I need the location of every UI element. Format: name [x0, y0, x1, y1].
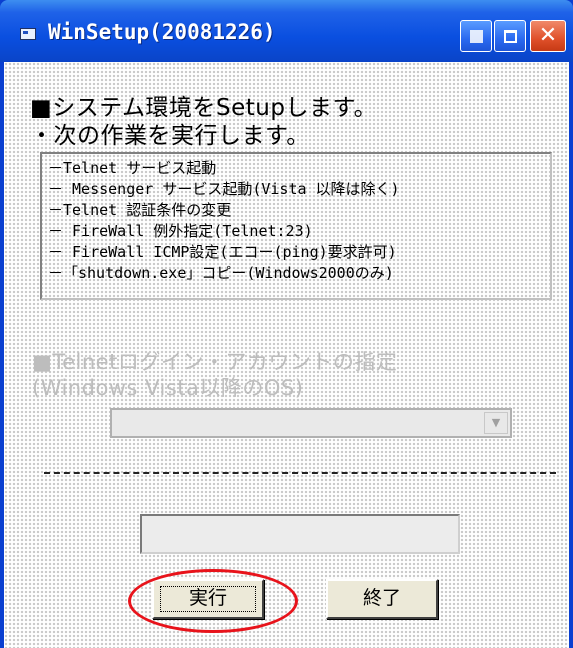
close-icon: ✕ [538, 23, 558, 48]
exit-button[interactable]: 終了 [326, 579, 438, 619]
status-field [140, 514, 460, 554]
maximize-button[interactable] [494, 20, 526, 52]
intro-subheading: ・次の作業を実行します。 [30, 123, 310, 149]
window-title: WinSetup(20081226) [48, 20, 276, 44]
account-select[interactable]: ▼ [110, 408, 512, 438]
client-area: ■システム環境をSetupします。 ・次の作業を実行します。 －Telnet サ… [4, 62, 569, 648]
minimize-button[interactable] [460, 20, 492, 52]
chevron-down-icon[interactable]: ▼ [484, 412, 508, 434]
task-item: － FireWall ICMP設定(エコー(ping)要求許可) [48, 243, 397, 261]
divider [44, 472, 556, 474]
login-account-sublabel: (Windows Vista以降のOS) [32, 376, 304, 400]
task-list: －Telnet サービス起動 － Messenger サービス起動(Vista … [40, 152, 552, 300]
task-item: －Telnet 認証条件の変更 [48, 201, 232, 219]
app-window: WinSetup(20081226) ✕ ■システム環境をSetupします。 ・… [0, 0, 573, 648]
task-item: － Messenger サービス起動(Vista 以降は除く) [48, 180, 400, 198]
title-bar[interactable]: WinSetup(20081226) ✕ [0, 0, 573, 62]
task-item: －Telnet サービス起動 [48, 159, 217, 177]
app-icon[interactable] [20, 28, 36, 40]
task-item: －「shutdown.exe」コピー(Windows2000のみ) [48, 264, 394, 282]
exit-button-label: 終了 [362, 587, 401, 609]
highlight-circle [128, 569, 298, 633]
close-button[interactable]: ✕ [530, 20, 566, 52]
window-border-right [569, 62, 573, 648]
task-item: － FireWall 例外指定(Telnet:23) [48, 222, 313, 240]
